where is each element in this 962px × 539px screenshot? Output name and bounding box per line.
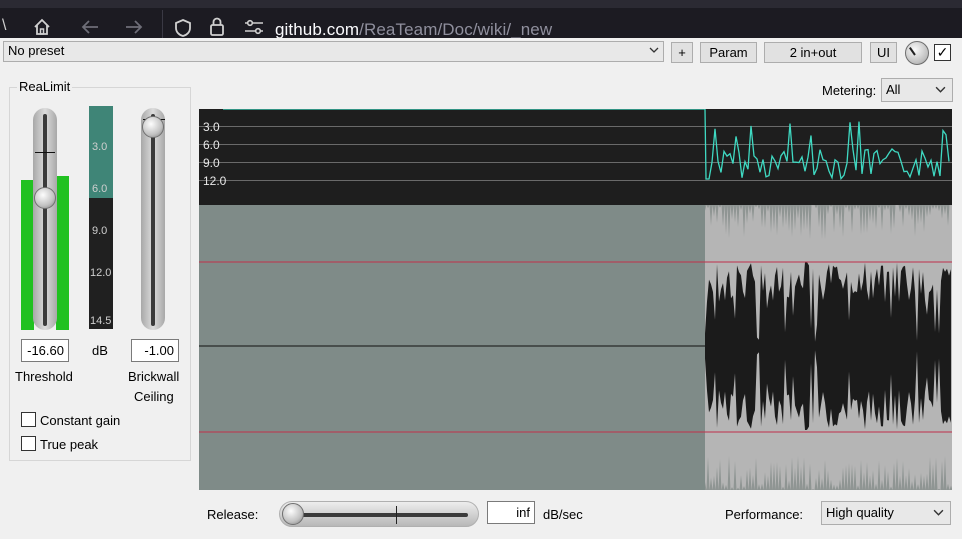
input-meter-right	[56, 176, 69, 330]
threshold-input[interactable]: -16.60	[21, 339, 69, 362]
threshold-groove	[43, 114, 47, 326]
ceiling-input[interactable]: -1.00	[131, 339, 179, 362]
gr-tick: 3.0	[92, 141, 108, 153]
browser-toolbar: \ github.com/ReaTeam/Doc/wiki/_new	[0, 0, 962, 40]
wet-dry-knob[interactable]	[905, 41, 929, 65]
enable-checkbox[interactable]: ✓	[934, 44, 951, 61]
release-slider-thumb[interactable]	[282, 503, 304, 525]
release-unit: dB/sec	[543, 507, 583, 522]
ceiling-label-1: Brickwall	[128, 369, 180, 384]
url-path: /ReaTeam/Doc/wiki/_new	[359, 20, 553, 39]
gr-tick: 6.0	[92, 183, 108, 195]
ceiling-slider-thumb[interactable]	[142, 116, 164, 138]
performance-value: High quality	[826, 505, 894, 520]
chevron-down-icon	[933, 509, 944, 516]
io-routing-button[interactable]: 2 in+out	[764, 42, 862, 63]
chevron-down-icon	[935, 86, 946, 93]
back-arrow-icon[interactable]	[80, 19, 100, 35]
performance-label: Performance:	[725, 507, 804, 522]
gain-reduction-graph: 3.0 6.0 9.0 12.0	[199, 109, 952, 205]
chevron-down-icon	[649, 47, 659, 53]
group-title: ReaLimit	[17, 79, 73, 94]
ui-button[interactable]: UI	[870, 42, 897, 63]
url-bar[interactable]: github.com/ReaTeam/Doc/wiki/_new	[275, 20, 552, 40]
gr-tick: 14.5	[90, 315, 112, 327]
preset-value: No preset	[8, 43, 65, 58]
threshold-label: Threshold	[15, 369, 73, 384]
performance-dropdown[interactable]: High quality	[821, 501, 951, 525]
constant-gain-label: Constant gain	[40, 413, 121, 428]
add-preset-button[interactable]: +	[671, 42, 693, 63]
lock-icon[interactable]	[208, 16, 226, 38]
gain-reduction-meter: 3.0 6.0 9.0 12.0 14.5	[89, 106, 113, 329]
release-input[interactable]: inf	[487, 501, 535, 524]
ceiling-groove	[151, 114, 155, 326]
true-peak-label: True peak	[40, 437, 99, 452]
true-peak-checkbox[interactable]	[21, 436, 36, 451]
permissions-icon[interactable]	[243, 18, 265, 36]
sidebar-edge-icon: \	[2, 17, 7, 34]
forward-arrow-icon[interactable]	[124, 19, 144, 35]
metering-value: All	[886, 82, 901, 97]
release-default-mark	[396, 506, 397, 524]
preset-dropdown[interactable]: No preset	[3, 41, 664, 62]
tab-strip	[0, 0, 962, 8]
gr-tick: 12.0	[90, 267, 112, 279]
metering-label: Metering:	[822, 83, 877, 98]
threshold-slider-thumb[interactable]	[34, 187, 56, 209]
metering-dropdown[interactable]: All	[881, 78, 953, 102]
threshold-peak-mark	[35, 152, 55, 153]
ceiling-label-2: Ceiling	[134, 389, 174, 404]
constant-gain-checkbox[interactable]	[21, 412, 36, 427]
gr-tick: 9.0	[92, 225, 108, 237]
waveform-display: 3.0 6.0 9.0 12.0	[199, 109, 952, 490]
gr-trace	[223, 109, 950, 181]
url-host: github.com	[275, 20, 360, 39]
home-icon[interactable]	[32, 17, 52, 37]
release-slider[interactable]	[279, 501, 479, 527]
db-label: dB	[92, 343, 108, 358]
release-groove	[292, 513, 468, 517]
shield-icon[interactable]	[173, 18, 193, 38]
release-label: Release:	[207, 507, 259, 522]
plugin-window: No preset + Param 2 in+out UI ✓ ReaLimit…	[0, 38, 962, 539]
param-button[interactable]: Param	[700, 42, 757, 63]
waveform-area	[199, 205, 952, 490]
